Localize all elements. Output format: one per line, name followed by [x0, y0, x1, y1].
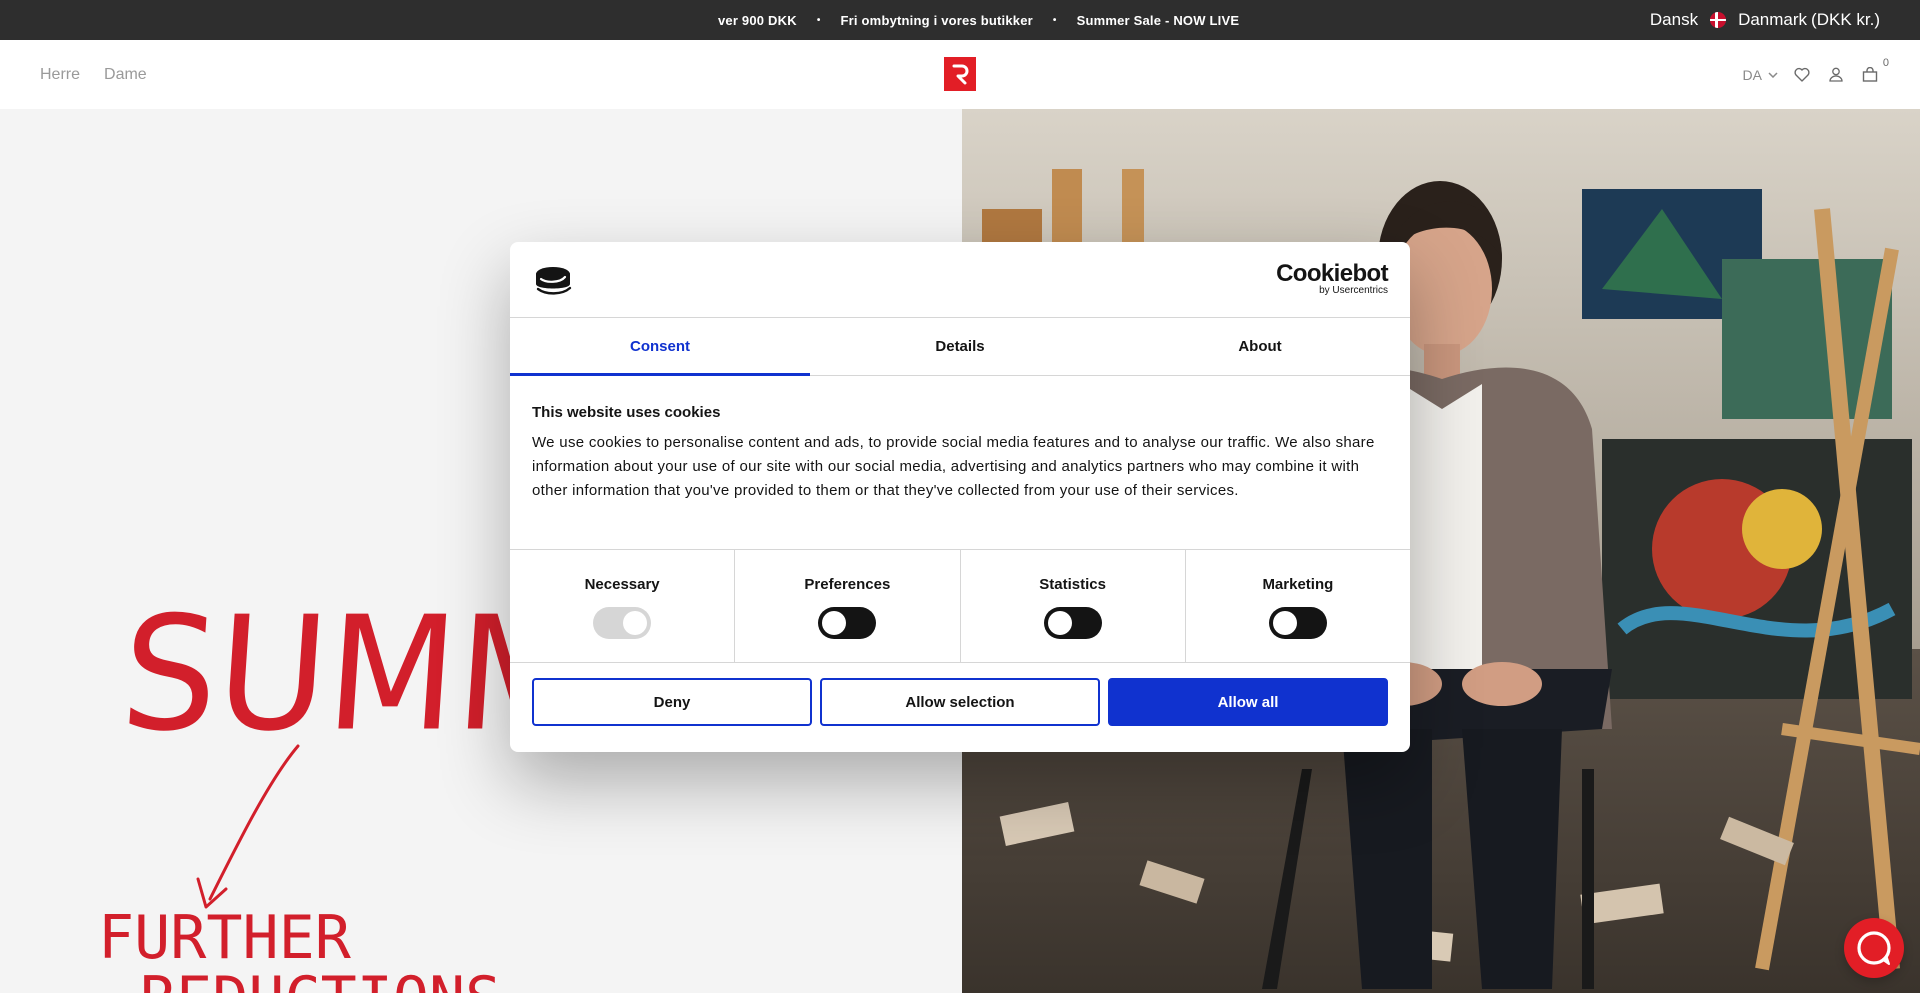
cookiebot-logo-icon	[536, 267, 572, 295]
toggle-knob	[1272, 611, 1297, 635]
category-necessary: Necessary	[510, 550, 736, 662]
main-nav: Herre Dame	[40, 40, 147, 109]
preferences-toggle[interactable]	[818, 607, 877, 639]
consent-categories: Necessary Preferences Statistics Marketi…	[510, 550, 1410, 663]
language-dropdown-value: DA	[1742, 66, 1762, 83]
site-header: Herre Dame DA 0	[0, 40, 1920, 109]
category-label: Statistics	[1039, 576, 1106, 593]
currency-label[interactable]: (DKK kr.)	[1811, 10, 1880, 30]
dialog-header: Cookiebot by Usercentrics	[510, 242, 1410, 318]
nav-item-dame[interactable]: Dame	[104, 66, 147, 84]
toggle-knob	[623, 611, 648, 635]
cookie-consent-dialog: Cookiebot by Usercentrics Consent Detail…	[510, 242, 1410, 752]
header-actions: DA 0	[1743, 40, 1889, 109]
marketing-toggle[interactable]	[1268, 607, 1327, 639]
cookiebot-brand-name: Cookiebot	[1276, 260, 1389, 287]
dialog-description: We use cookies to personalise content an…	[532, 434, 1375, 499]
dialog-body: This website uses cookies We use cookies…	[510, 376, 1410, 550]
category-preferences: Preferences	[735, 550, 961, 662]
hero-subline-1: FURTHER	[98, 903, 352, 973]
cookiebot-brand[interactable]: Cookiebot by Usercentrics	[1276, 260, 1389, 296]
wishlist-button[interactable]	[1792, 65, 1812, 85]
brand-logo-icon	[952, 64, 969, 85]
shopping-bag-icon	[1862, 67, 1878, 82]
toggle-knob	[1047, 611, 1072, 635]
toggle-knob	[822, 611, 847, 635]
deny-button[interactable]: Deny	[532, 678, 812, 726]
locale-selector[interactable]: Dansk Danmark (DKK kr.)	[1650, 0, 1880, 40]
chat-launcher-button[interactable]	[1844, 918, 1904, 978]
tab-about[interactable]: About	[1110, 318, 1410, 375]
account-button[interactable]	[1826, 65, 1846, 85]
statistics-toggle[interactable]	[1043, 607, 1102, 639]
announcement-item: ver 900 DKK	[718, 12, 797, 28]
announcement-ticker: ver 900 DKK • Fri ombytning i vores buti…	[718, 0, 1239, 40]
chat-bubble-icon	[1857, 931, 1891, 965]
dialog-heading: This website uses cookies	[532, 404, 721, 421]
category-label: Preferences	[804, 576, 891, 593]
cart-count-badge: 0	[1882, 56, 1889, 69]
tab-details[interactable]: Details	[810, 318, 1110, 375]
brand-logo[interactable]	[944, 57, 976, 91]
hero-subline-2: REDUCTIONS	[140, 964, 501, 993]
announcement-item: Fri ombytning i vores butikker	[840, 12, 1033, 28]
category-marketing: Marketing	[1186, 550, 1410, 662]
necessary-toggle	[593, 607, 652, 639]
announcement-item: Summer Sale - NOW LIVE	[1076, 12, 1240, 28]
cookiebot-brand-by: by Usercentrics	[1319, 285, 1388, 296]
denmark-flag-icon	[1710, 12, 1727, 28]
chevron-down-icon	[1768, 71, 1778, 78]
language-label[interactable]: Dansk	[1650, 10, 1698, 30]
dialog-actions: Deny Allow selection Allow all	[510, 663, 1410, 741]
language-dropdown[interactable]: DA	[1743, 67, 1778, 83]
separator-dot: •	[1052, 14, 1057, 26]
dialog-tabs: Consent Details About	[510, 318, 1410, 376]
country-label[interactable]: Danmark	[1738, 10, 1807, 30]
arrow-icon	[208, 744, 300, 901]
tab-consent[interactable]: Consent	[510, 318, 810, 376]
nav-item-herre[interactable]: Herre	[40, 66, 80, 84]
category-statistics: Statistics	[961, 550, 1186, 662]
category-label: Necessary	[584, 576, 660, 593]
allow-all-button[interactable]: Allow all	[1108, 678, 1388, 726]
separator-dot: •	[816, 14, 821, 26]
announcement-bar: ver 900 DKK • Fri ombytning i vores buti…	[0, 0, 1920, 40]
allow-selection-button[interactable]: Allow selection	[820, 678, 1100, 726]
user-icon	[1829, 67, 1843, 82]
cart-button[interactable]: 0	[1860, 57, 1889, 85]
heart-icon	[1794, 67, 1810, 82]
category-label: Marketing	[1262, 576, 1334, 593]
